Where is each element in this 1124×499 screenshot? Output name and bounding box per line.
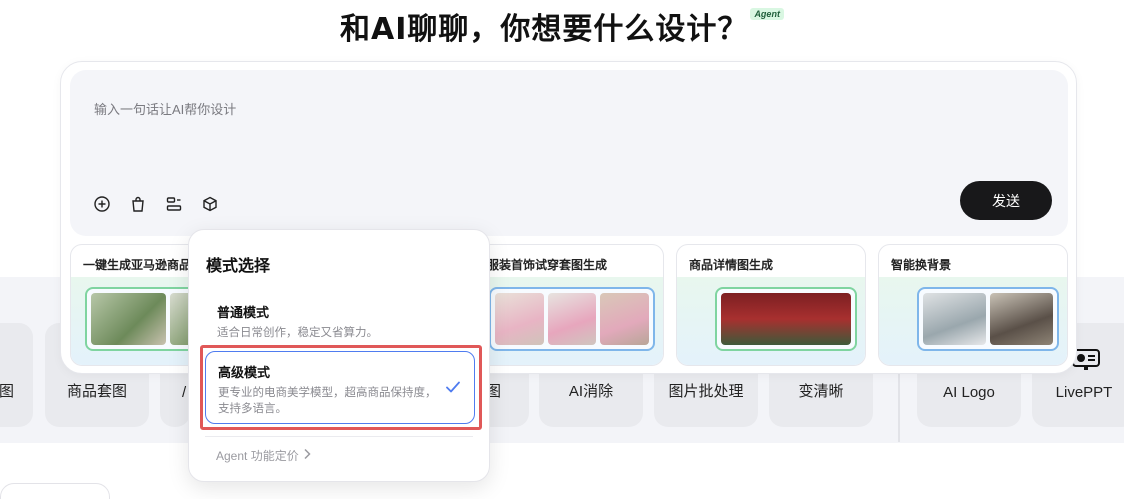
feature-card-title: 服装首饰试穿套图生成: [487, 258, 608, 272]
mode-option-advanced[interactable]: 高级模式 更专业的电商美学模型，超高商品保持度，支持多语言。: [205, 351, 475, 424]
mode-option-title: 高级模式: [218, 365, 271, 380]
mode-menu-title: 模式选择: [206, 258, 271, 275]
partial-chip[interactable]: [0, 483, 110, 499]
tool-tile-label: 图片批处理: [668, 383, 744, 400]
layout-icon[interactable]: [164, 194, 184, 214]
feature-card-title: 一键生成亚马逊商品: [83, 258, 192, 272]
preview-frame: [917, 287, 1059, 351]
product-photo: [923, 293, 986, 345]
christmas-photo: [721, 293, 851, 345]
tool-tile-label: LivePPT: [1055, 384, 1113, 401]
send-button[interactable]: 发送: [960, 181, 1052, 220]
mode-select-menu: 模式选择 普通模式 适合日常创作，稳定又省算力。 高级模式 更专业的电商美学模型…: [188, 229, 490, 482]
add-icon[interactable]: [92, 194, 112, 214]
model-photo: [547, 293, 597, 345]
model-photo: [495, 293, 544, 345]
preview-frame: [489, 287, 655, 351]
pricing-link-label: Agent 功能定价: [216, 449, 299, 463]
mode-option-title: 普通模式: [217, 305, 270, 320]
feature-card-preview: [475, 277, 663, 365]
check-icon: [446, 380, 460, 398]
product-photo: [990, 293, 1053, 345]
bag-icon[interactable]: [128, 194, 148, 214]
menu-divider: [205, 436, 473, 437]
tool-tile-label: /: [182, 384, 187, 401]
feature-card-preview: [677, 277, 865, 365]
agent-badge: Agent: [750, 8, 784, 20]
page-title-text: 和AI聊聊，你想要什么设计？: [340, 12, 749, 47]
feature-card-detail[interactable]: 商品详情图生成: [676, 244, 866, 366]
cube-icon[interactable]: [200, 194, 220, 214]
composer-input-area: 发送: [70, 70, 1068, 236]
tool-tile-label: AI Logo: [943, 384, 995, 401]
page-title: 和AI聊聊，你想要什么设计？ Agent: [0, 4, 1124, 48]
sofa-photo: [91, 293, 166, 345]
tool-tile-label: 变清晰: [798, 383, 844, 400]
tool-tile-label: 商品套图: [66, 383, 127, 400]
feature-card-apparel[interactable]: 服装首饰试穿套图生成: [474, 244, 664, 366]
feature-card-background[interactable]: 智能换背景: [878, 244, 1068, 366]
feature-card-title: 智能换背景: [891, 258, 952, 272]
preview-frame: [715, 287, 857, 351]
mode-option-desc: 适合日常创作，稳定又省算力。: [217, 327, 378, 339]
tool-tile-label: AI消除: [568, 383, 614, 400]
feature-card-title: 商品详情图生成: [689, 258, 774, 272]
chevron-right-icon: [303, 448, 311, 463]
tool-tile-label: 图: [0, 383, 14, 400]
prompt-input[interactable]: [94, 102, 794, 117]
feature-card-preview: [879, 277, 1067, 365]
mode-option-desc: 更专业的电商美学模型，超高商品保持度，支持多语言。: [218, 387, 437, 415]
tool-tile-partial[interactable]: 图: [0, 323, 33, 427]
mode-option-standard[interactable]: 普通模式 适合日常创作，稳定又省算力。: [205, 292, 475, 351]
model-photo: [600, 293, 650, 345]
agent-pricing-link[interactable]: Agent 功能定价: [216, 447, 311, 464]
